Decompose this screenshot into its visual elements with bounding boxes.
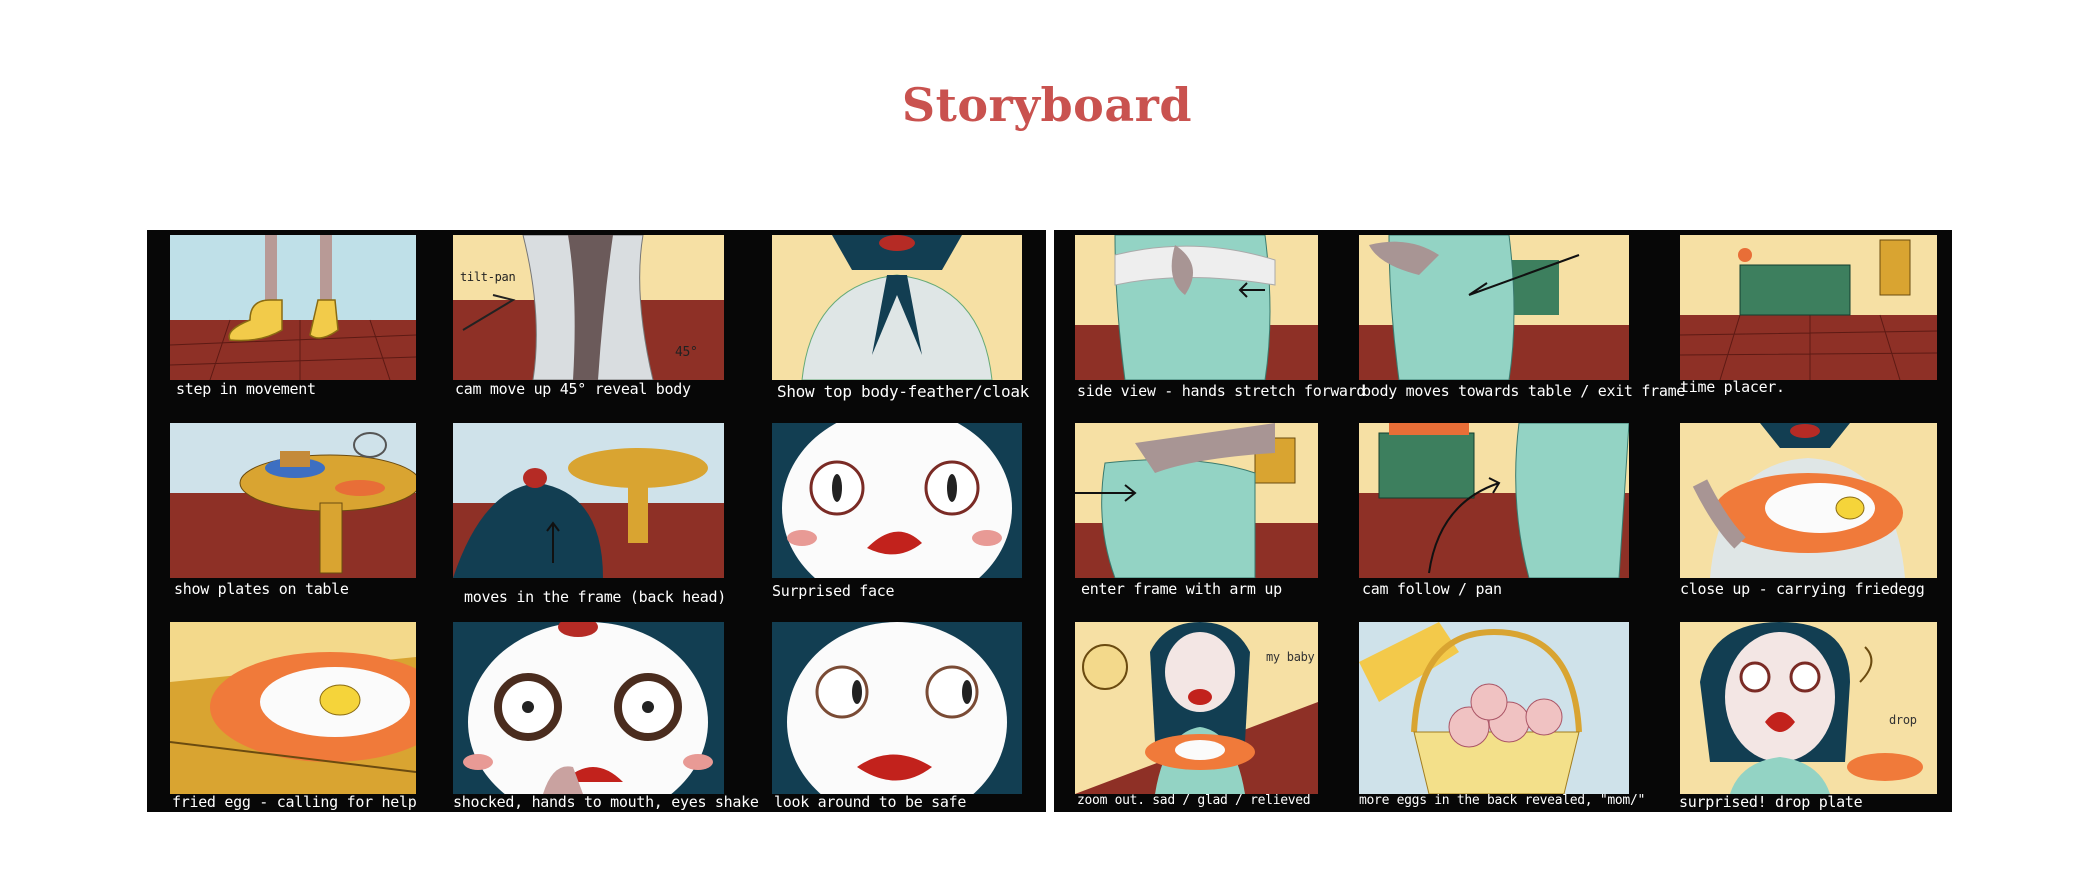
caption-body-moves: body moves towards table / exit frame [1362,382,1686,400]
caption-more-eggs: more eggs in the back revealed, "mom/" [1359,793,1646,808]
caption-step-in-movement: step in movement [176,380,316,398]
annotation-drop: drop [1889,713,1917,727]
caption-shocked: shocked, hands to mouth, eyes shake [453,793,759,811]
annotation-my-baby: my baby [1266,650,1315,664]
panel-back-head [453,423,724,578]
panel-plates-table [170,423,416,578]
panel-cam-follow-pan [1359,423,1629,578]
page-title: Storyboard [901,78,1193,132]
caption-show-top-body: Show top body-feather/cloak [777,382,1029,401]
panel-body-towards-table [1359,235,1629,380]
caption-cam-move-up: cam move up 45° reveal body [455,380,691,398]
storyboard-sheet-right: my baby drop side view - hands stretch f… [1054,230,1952,812]
caption-moves-in-frame: moves in the frame (back head) [464,588,726,606]
panel-zoom-out-relieved [1075,622,1318,794]
caption-fried-egg: fried egg - calling for help [172,793,417,811]
caption-show-plates: show plates on table [174,580,349,598]
caption-surprised-drop: surprised! drop plate [1679,793,1863,811]
caption-side-view: side view - hands stretch forward [1077,382,1366,400]
panel-carrying-egg [1680,423,1937,578]
panel-side-view-hands [1075,235,1318,380]
panel-surprised-drop-plate [1680,622,1937,794]
caption-enter-frame: enter frame with arm up [1081,580,1282,598]
caption-zoom-out: zoom out. sad / glad / relieved [1077,793,1311,808]
caption-close-up: close up - carrying friedegg [1680,580,1925,598]
panel-shocked-face [453,622,724,794]
panel-eggs-basket [1359,622,1629,794]
caption-surprised-face: Surprised face [772,582,895,600]
panel-fried-egg [170,622,416,794]
panel-time-placer [1680,235,1937,380]
panel-feet-walking [170,235,416,380]
storyboard-sheet-left: tilt-pan 45° step in movement cam move u… [147,230,1046,812]
annotation-angle: 45° [675,345,698,360]
panel-look-around [772,622,1022,794]
caption-cam-follow: cam follow / pan [1362,580,1502,598]
panel-top-body-cloak [772,235,1022,380]
panel-surprised-face [772,423,1022,578]
caption-time-placer: time placer. [1680,378,1785,396]
annotation-tilt-pan: tilt-pan [460,270,516,284]
caption-look-around: look around to be safe [774,793,967,811]
panel-enter-frame-arm [1075,423,1318,578]
